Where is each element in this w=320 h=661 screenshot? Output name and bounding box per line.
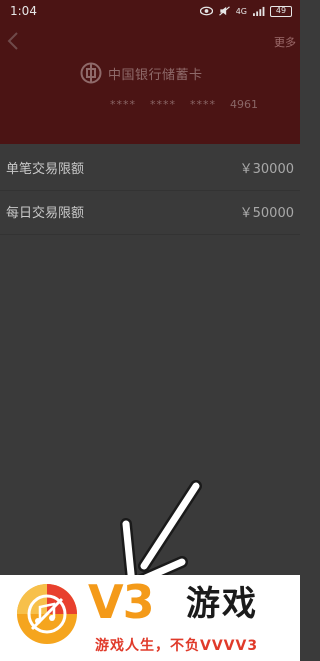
card-last4: 4961 [230, 98, 258, 111]
card-mask-2: **** [150, 98, 176, 111]
watermark-brand: V3 [88, 575, 155, 629]
eye-icon [199, 6, 213, 16]
status-bar: 1:04 4G 49 [0, 0, 300, 22]
card-mask-3: **** [190, 98, 216, 111]
limit-row-single[interactable]: 单笔交易限额 ￥30000 [0, 145, 300, 191]
arrow-down-left-icon [120, 480, 202, 590]
bank-name: 中国银行储蓄卡 [108, 67, 203, 83]
limit-value: ￥50000 [239, 206, 294, 221]
status-icons: 4G 49 [199, 5, 292, 17]
card-mask-1: **** [110, 98, 136, 111]
signal-icon [253, 6, 265, 16]
more-button[interactable]: 更多 [274, 34, 296, 50]
mute-icon [218, 6, 230, 16]
watermark-name: 游戏 [186, 584, 258, 624]
chevron-left-icon[interactable] [4, 30, 22, 52]
watermark-slogan: 游戏人生，不负VVVV3 [95, 638, 259, 654]
limit-label: 单笔交易限额 [6, 162, 85, 177]
card-number: **** **** **** 4961 [110, 98, 258, 111]
limit-row-daily[interactable]: 每日交易限额 ￥50000 [0, 189, 300, 235]
watermark-banner: V3 游戏 游戏人生，不负VVVV3 [0, 575, 300, 661]
limit-value: ￥30000 [239, 162, 294, 177]
status-time: 1:04 [10, 4, 37, 18]
battery-indicator: 49 [270, 5, 292, 17]
bank-info: 中国银行储蓄卡 [80, 62, 203, 84]
v3-logo-icon [17, 584, 77, 644]
boc-logo-icon [80, 62, 102, 84]
network-label: 4G [235, 6, 247, 16]
limit-label: 每日交易限额 [6, 206, 85, 221]
